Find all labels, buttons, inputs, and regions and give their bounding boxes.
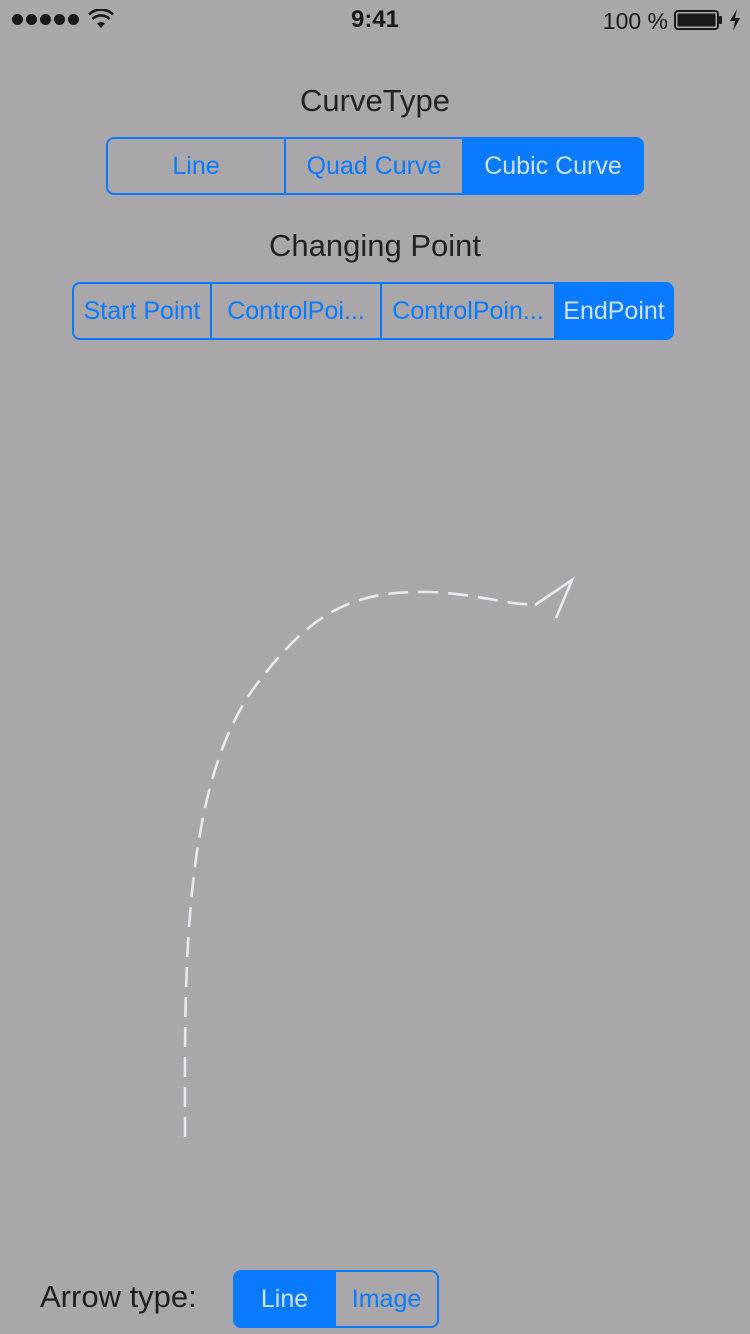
arrow-type-line-segment[interactable]: Line — [235, 1272, 337, 1326]
curve-type-quad-curve-segment[interactable]: Quad Curve — [286, 139, 464, 193]
battery-icon — [674, 10, 722, 30]
curve-type-segmented-control[interactable]: Line Quad Curve Cubic Curve — [106, 137, 644, 195]
curve-type-title: CurveType — [300, 83, 450, 118]
charging-bolt-icon — [730, 9, 740, 31]
curve-type-cubic-curve-segment[interactable]: Cubic Curve — [464, 139, 642, 193]
curve-canvas[interactable] — [0, 350, 750, 1250]
control-point-1-segment[interactable]: ControlPoi... — [212, 284, 382, 338]
end-point-segment[interactable]: EndPoint — [556, 284, 672, 338]
arrow-type-label: Arrow type: — [40, 1279, 197, 1314]
control-point-2-segment[interactable]: ControlPoin... — [382, 284, 556, 338]
arrow-type-image-segment[interactable]: Image — [336, 1272, 437, 1326]
arrow-type-segmented-control[interactable]: Line Image — [233, 1270, 439, 1328]
start-point-segment[interactable]: Start Point — [74, 284, 212, 338]
dashed-cubic-curve — [183, 590, 536, 1138]
changing-point-segmented-control[interactable]: Start Point ControlPoi... ControlPoin...… — [72, 282, 674, 340]
status-bar: 9:41 100 % — [0, 0, 750, 40]
battery-percentage: 100 % — [602, 8, 668, 34]
arrowhead-icon — [534, 576, 575, 619]
changing-point-title: Changing Point — [269, 228, 481, 263]
curve-type-line-segment[interactable]: Line — [108, 139, 286, 193]
